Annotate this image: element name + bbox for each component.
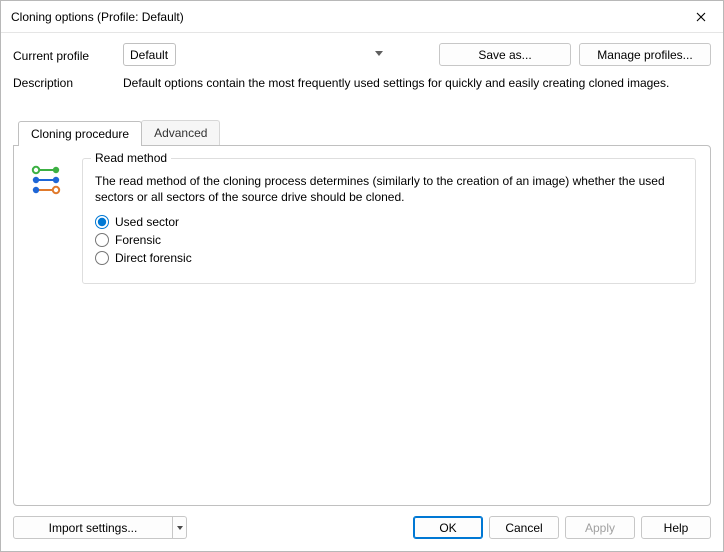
help-button[interactable]: Help <box>641 516 711 539</box>
titlebar: Cloning options (Profile: Default) <box>1 1 723 33</box>
tab-cloning-procedure[interactable]: Cloning procedure <box>18 121 142 146</box>
tabs-container: Cloning procedure Advanced <box>13 120 711 506</box>
current-profile-label: Current profile <box>13 47 123 63</box>
radio-forensic-row[interactable]: Forensic <box>95 233 683 247</box>
read-method-legend: Read method <box>91 151 171 165</box>
ok-button[interactable]: OK <box>413 516 483 539</box>
radio-used-sector-label: Used sector <box>115 215 179 229</box>
footer: Import settings... OK Cancel Apply Help <box>1 506 723 551</box>
import-settings-button[interactable]: Import settings... <box>13 516 173 539</box>
tab-advanced[interactable]: Advanced <box>141 120 220 145</box>
radio-direct-forensic-row[interactable]: Direct forensic <box>95 251 683 265</box>
content-area: Current profile Default Save as... Manag… <box>1 33 723 506</box>
description-label: Description <box>13 74 123 90</box>
manage-profiles-button[interactable]: Manage profiles... <box>579 43 711 66</box>
panel-body: Read method The read method of the cloni… <box>82 158 696 491</box>
profile-select-wrap: Default <box>123 43 391 66</box>
flow-graph-icon <box>30 164 62 196</box>
cancel-button[interactable]: Cancel <box>489 516 559 539</box>
description-text: Default options contain the most frequen… <box>123 76 669 90</box>
save-as-button[interactable]: Save as... <box>439 43 571 66</box>
close-button[interactable] <box>679 1 723 32</box>
import-settings-split: Import settings... <box>13 516 187 539</box>
profile-select[interactable]: Default <box>123 43 176 66</box>
radio-forensic-label: Forensic <box>115 233 161 247</box>
import-settings-dropdown[interactable] <box>173 516 187 539</box>
cloning-procedure-icon <box>24 158 82 491</box>
radio-direct-forensic[interactable] <box>95 251 109 265</box>
tab-strip: Cloning procedure Advanced <box>13 120 711 145</box>
read-method-group: Read method The read method of the cloni… <box>82 158 696 284</box>
window-title: Cloning options (Profile: Default) <box>11 10 679 24</box>
read-method-help: The read method of the cloning process d… <box>95 173 683 205</box>
radio-direct-forensic-label: Direct forensic <box>115 251 192 265</box>
radio-forensic[interactable] <box>95 233 109 247</box>
profile-row: Current profile Default Save as... Manag… <box>13 43 711 66</box>
apply-button[interactable]: Apply <box>565 516 635 539</box>
close-icon <box>696 12 706 22</box>
radio-used-sector[interactable] <box>95 215 109 229</box>
tab-panel-cloning: Read method The read method of the cloni… <box>13 145 711 506</box>
description-row: Description Default options contain the … <box>13 74 711 90</box>
radio-used-sector-row[interactable]: Used sector <box>95 215 683 229</box>
